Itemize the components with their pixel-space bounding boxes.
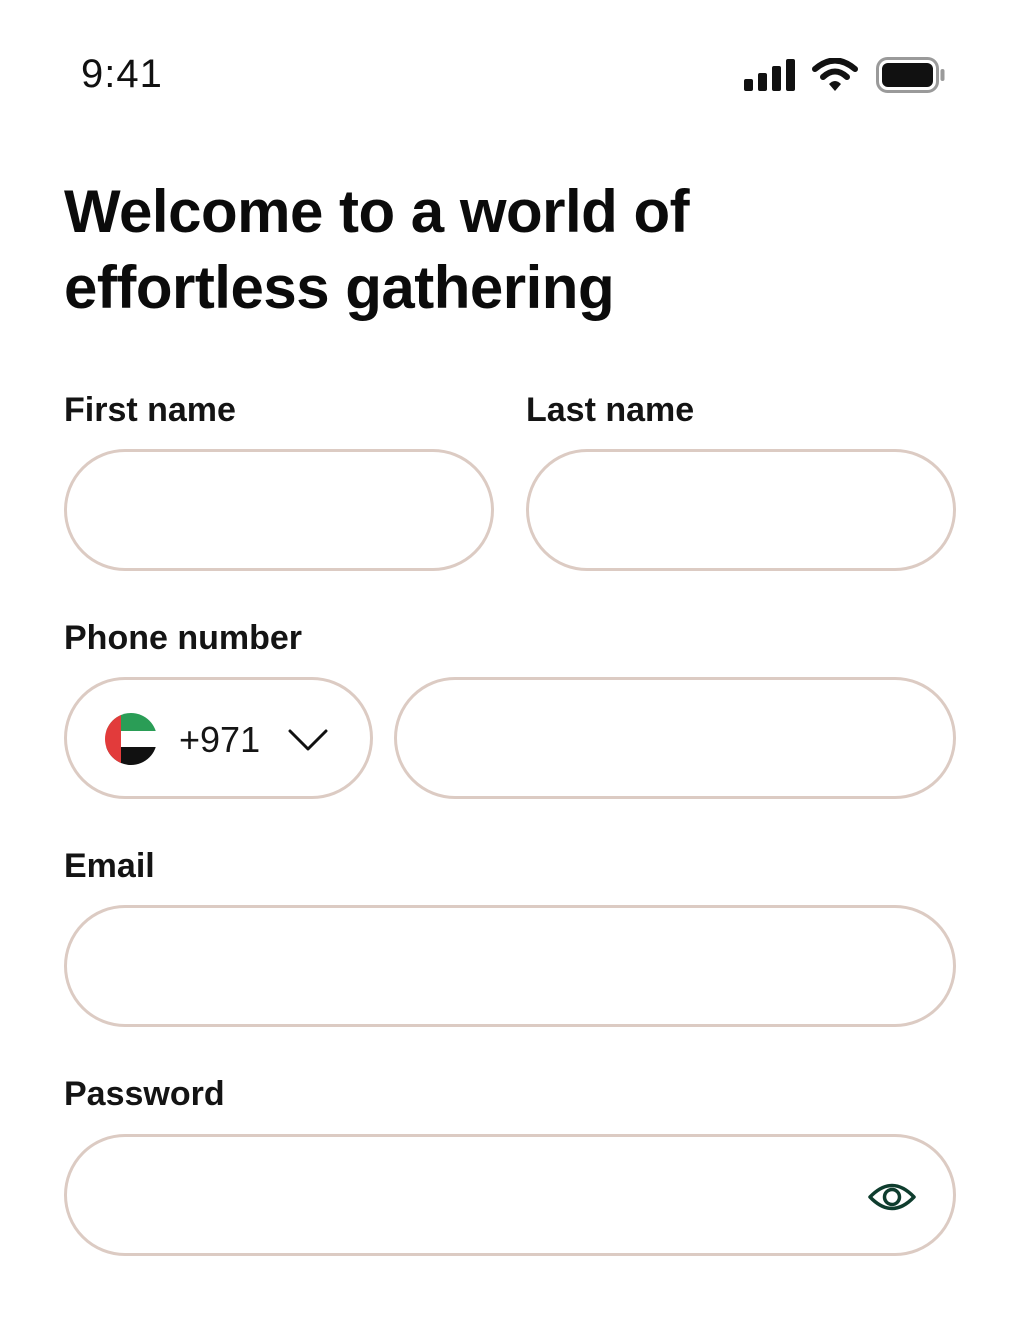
last-name-input[interactable] [569, 452, 919, 568]
email-field[interactable] [64, 905, 956, 1027]
cellular-signal-icon [744, 59, 795, 91]
email-input[interactable] [107, 908, 917, 1024]
first-name-field[interactable] [64, 449, 494, 571]
status-bar: 9:41 [0, 0, 1016, 150]
last-name-label: Last name [526, 391, 695, 429]
wifi-icon [812, 58, 858, 91]
status-icons [744, 56, 946, 94]
country-code-value: +971 [179, 719, 261, 760]
country-code-select[interactable]: +971 [64, 677, 373, 799]
uae-flag-icon [105, 713, 157, 765]
email-label: Email [64, 847, 155, 885]
page-title-line-2: effortless gathering [64, 254, 615, 321]
last-name-field[interactable] [526, 449, 956, 571]
phone-number-input[interactable] [437, 680, 917, 796]
password-label: Password [64, 1075, 225, 1113]
first-name-label: First name [64, 391, 236, 429]
first-name-input[interactable] [107, 452, 457, 568]
eye-icon[interactable] [867, 1172, 917, 1222]
page-title-line-1: Welcome to a world of [64, 178, 690, 245]
battery-icon [876, 57, 945, 93]
chevron-down-icon [288, 729, 328, 751]
status-time: 9:41 [81, 52, 163, 96]
password-input[interactable] [107, 1137, 837, 1253]
password-field[interactable] [64, 1134, 956, 1256]
page-title: Welcome to a world of effortless gatheri… [64, 174, 944, 326]
phone-number-field[interactable] [394, 677, 956, 799]
phone-number-label: Phone number [64, 619, 303, 657]
